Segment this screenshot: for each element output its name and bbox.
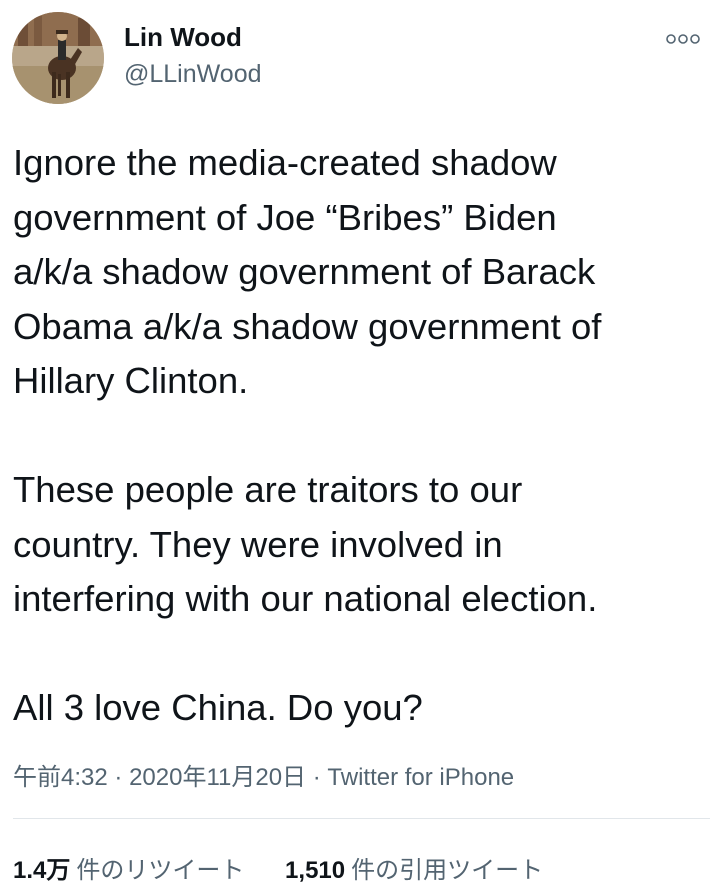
avatar[interactable] xyxy=(12,12,104,104)
tweet-text: Ignore the media-created shadow governme… xyxy=(13,142,602,728)
quote-tweets-stat[interactable]: 1,510 件の引用ツイート xyxy=(285,850,543,885)
divider xyxy=(13,818,710,819)
author-display-name[interactable]: Lin Wood xyxy=(124,22,242,53)
tweet-meta: 午前4:32 · 2020年11月20日 · Twitter for iPhon… xyxy=(13,757,514,792)
author-handle[interactable]: @LLinWood xyxy=(124,60,262,89)
meta-separator: · xyxy=(114,764,123,791)
retweets-stat[interactable]: 1.4万 件のリツイート xyxy=(13,850,244,885)
tweet-date[interactable]: 2020年11月20日 xyxy=(129,764,306,791)
tweet-card: Lin Wood @LLinWood Ignore the media-crea… xyxy=(0,0,710,888)
tweet-stats: 1.4万 件のリツイート 1,510 件の引用ツイート xyxy=(13,850,543,885)
tweet-source-link[interactable]: Twitter for iPhone xyxy=(327,764,514,791)
retweets-label: 件のリツイート xyxy=(76,857,245,884)
retweets-count: 1.4万 xyxy=(13,857,71,884)
quotes-label: 件の引用ツイート xyxy=(351,857,544,884)
tweet-time[interactable]: 午前4:32 xyxy=(13,764,108,791)
quotes-count: 1,510 xyxy=(285,857,346,884)
ellipsis-icon[interactable] xyxy=(666,32,700,46)
meta-separator: · xyxy=(312,764,321,791)
horse-rider-avatar-icon xyxy=(12,12,104,104)
